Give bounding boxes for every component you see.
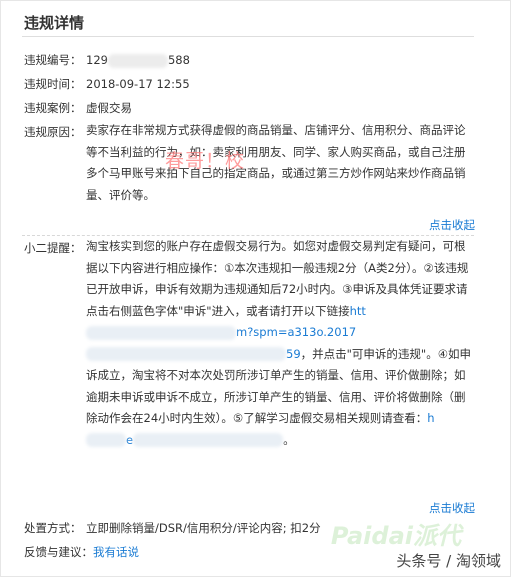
- violation-reason-text: 卖家存在非常规方式获得虚假的商品销量、店铺评分、信用积分、商品评论等不当利益的行…: [86, 123, 466, 202]
- brand-logo-watermark: Paidai派代: [330, 522, 461, 550]
- title-divider: [22, 36, 474, 37]
- redacted-rules-link-2: [133, 433, 284, 447]
- violation-number-suffix: 588: [167, 53, 190, 67]
- collapse-tip-link[interactable]: 点击收起: [429, 500, 475, 516]
- appeal-link-start[interactable]: htt: [350, 304, 366, 318]
- violation-number-label: 违规编号：: [24, 53, 82, 67]
- tip-label: 小二提醒：: [24, 241, 82, 255]
- watermark: 春哥！校: [165, 150, 246, 172]
- violation-case-row: 违规案例： 虚假交易: [24, 100, 132, 116]
- redacted-link: [86, 325, 236, 340]
- rules-link-start[interactable]: h: [427, 411, 434, 425]
- action-value: 立即删除销量/DSR/信用积分/评论内容; 扣2分: [86, 521, 321, 535]
- appeal-link-mid[interactable]: m?spm: [236, 325, 278, 339]
- appeal-link-line2[interactable]: =a313o.2017: [278, 325, 356, 339]
- action-row: 处置方式： 立即删除销量/DSR/信用积分/评论内容; 扣2分: [24, 520, 321, 536]
- violation-time-value: 2018-09-17 12:55: [86, 77, 190, 91]
- action-label: 处置方式：: [24, 521, 82, 535]
- violation-case-value: 虚假交易: [86, 101, 132, 115]
- violation-time-label: 违规时间：: [24, 77, 82, 91]
- feedback-link[interactable]: 我有话说: [93, 545, 139, 559]
- tip-text-part3: 。: [283, 432, 295, 447]
- collapse-reason-link[interactable]: 点击收起: [429, 217, 475, 233]
- appeal-link-end[interactable]: 59: [286, 347, 301, 361]
- page-title: 违规详情: [24, 14, 85, 32]
- violation-number-row: 违规编号： 129 588: [24, 52, 190, 68]
- violation-reason-label: 违规原因：: [24, 125, 82, 139]
- tip-text-part1: 淘宝核实到您的账户存在虚假交易行为。如您对虚假交易判定有疑问，可根据以下内容进行…: [86, 239, 469, 318]
- redacted-number: [107, 53, 168, 68]
- feedback-label: 反馈与建议：: [24, 545, 93, 559]
- tip-text: 淘宝核实到您的账户存在虚假交易行为。如您对虚假交易判定有疑问，可根据以下内容进行…: [86, 236, 474, 451]
- violation-number-prefix: 129: [86, 53, 108, 67]
- redacted-link-2: [86, 347, 286, 361]
- violation-case-label: 违规案例：: [24, 101, 82, 115]
- brand-watermark: 头条号 / 淘领域: [396, 552, 501, 570]
- rules-link-line2[interactable]: e: [126, 433, 133, 447]
- violation-time-row: 违规时间： 2018-09-17 12:55: [24, 76, 190, 92]
- redacted-rules-link: [86, 433, 126, 447]
- feedback-row: 反馈与建议：我有话说: [24, 544, 139, 560]
